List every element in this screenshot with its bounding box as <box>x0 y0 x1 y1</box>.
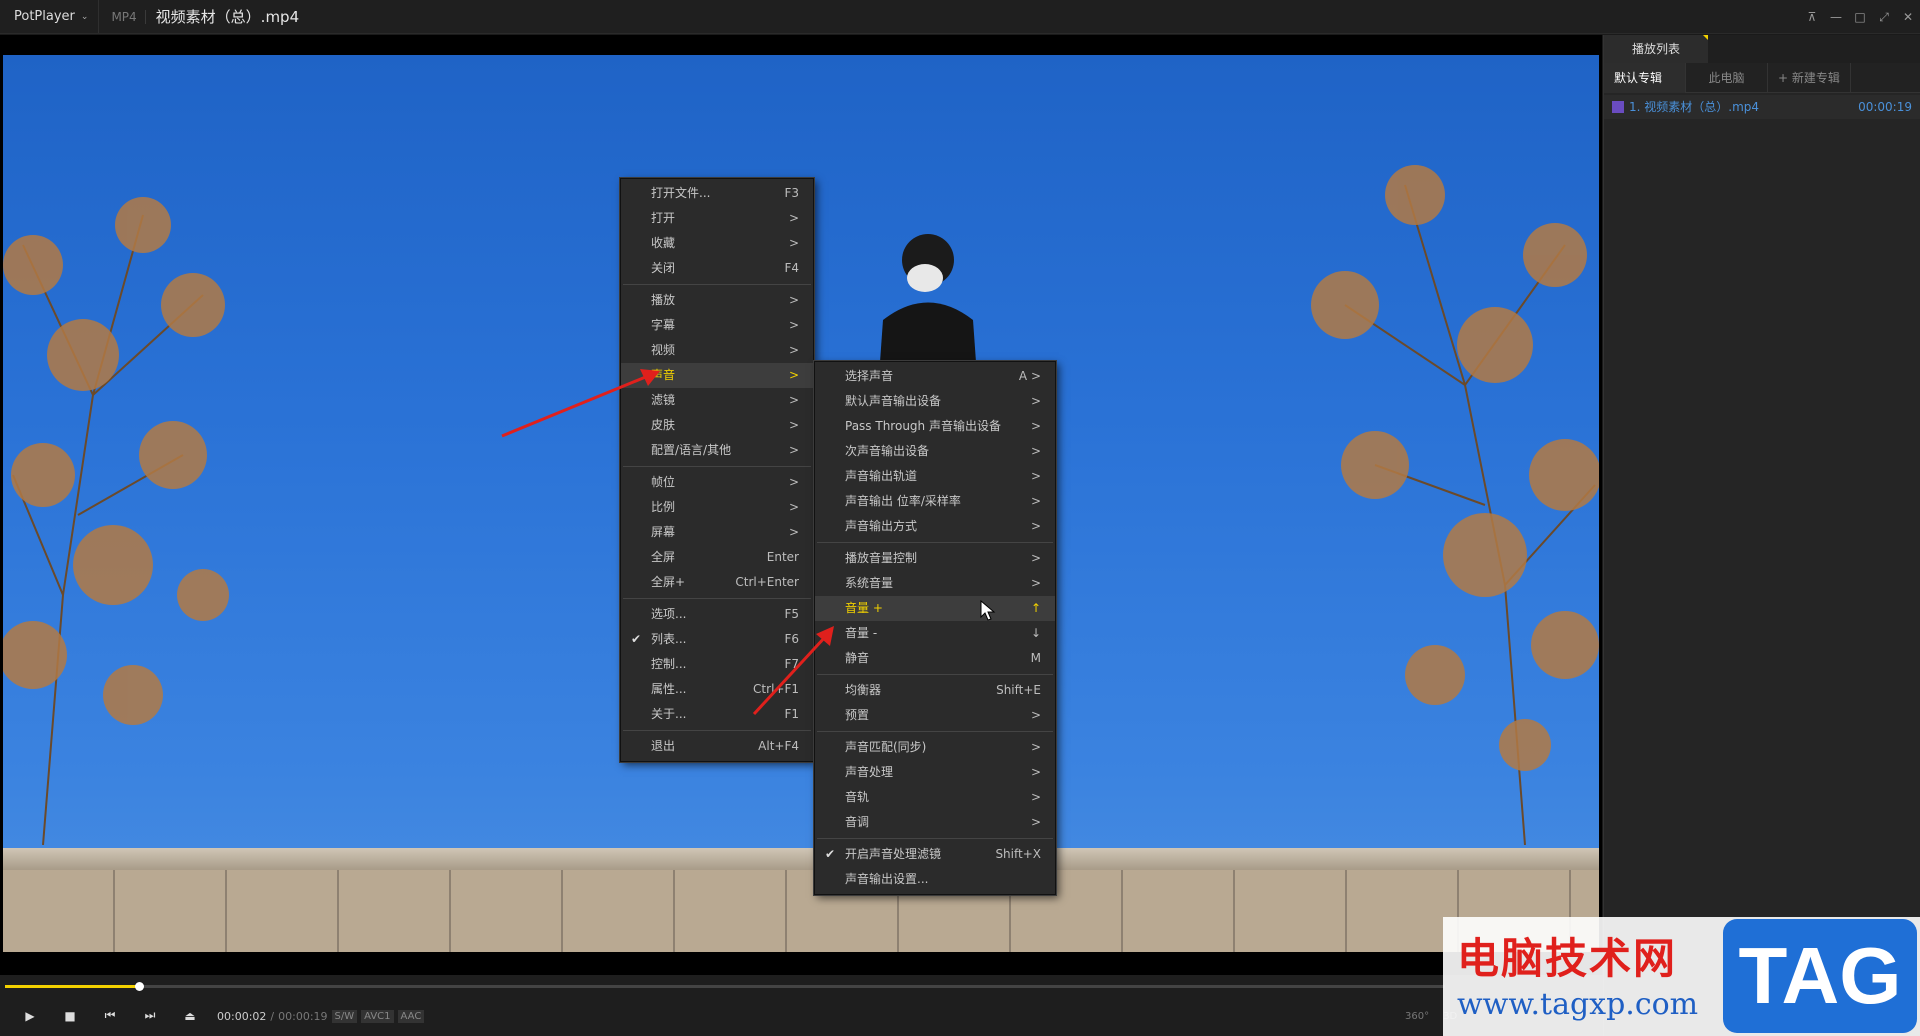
playback-buttons: ▶ ■ ⏮ ⏭ ⏏ <box>10 1008 210 1023</box>
previous-icon[interactable]: ⏮ <box>90 1008 130 1023</box>
chevron-down-icon: ⌄ <box>80 11 89 22</box>
time-display: 00:00:02 / 00:00:19 S/W AVC1 AAC <box>217 1010 425 1023</box>
submenu-item-output-settings[interactable]: 声音输出设置... <box>815 867 1055 892</box>
wall-cap <box>3 848 1599 870</box>
next-icon[interactable]: ⏭ <box>130 1008 170 1023</box>
menu-separator <box>817 731 1053 732</box>
tab-playlist[interactable]: 播放列表 <box>1604 35 1708 63</box>
menu-item-open[interactable]: 打开 > <box>621 206 813 231</box>
watermark-url: www.tagxp.com <box>1457 987 1699 1022</box>
check-icon: ✔ <box>631 632 642 646</box>
video-file-icon <box>1612 101 1624 113</box>
annotation-arrow-icon <box>501 369 660 438</box>
menu-item-play[interactable]: 播放 > <box>621 288 813 313</box>
pin-icon[interactable]: ⊼ <box>1800 10 1824 24</box>
menu-item-open-file[interactable]: 打开文件... F3 <box>621 181 813 206</box>
menu-item-fullscreen-plus[interactable]: 全屏+ Ctrl+Enter <box>621 570 813 595</box>
vr-360-button[interactable]: 360° <box>1405 1011 1429 1022</box>
menu-item-ratio[interactable]: 比例 > <box>621 495 813 520</box>
submenu-item-secondary-output[interactable]: 次声音输出设备 > <box>815 439 1055 464</box>
menu-separator <box>623 730 811 731</box>
playlist-item-name: 1. 视频素材（总）.mp4 <box>1629 100 1760 114</box>
submenu-item-pitch[interactable]: 音调 > <box>815 810 1055 835</box>
app-name: PotPlayer <box>14 9 75 24</box>
check-icon: ✔ <box>825 847 836 861</box>
menu-item-frame[interactable]: 帧位 > <box>621 470 813 495</box>
submenu-item-output-mode[interactable]: 声音输出方式 > <box>815 514 1055 539</box>
tab-this-pc[interactable]: 此电脑 <box>1686 63 1768 93</box>
submenu-item-system-volume[interactable]: 系统音量 > <box>815 571 1055 596</box>
menu-item-fullscreen[interactable]: 全屏 Enter <box>621 545 813 570</box>
audio-codec-badge[interactable]: AAC <box>397 1010 425 1023</box>
menu-item-close[interactable]: 关闭 F4 <box>621 256 813 281</box>
tree-right <box>1311 165 1599 845</box>
tab-new-album[interactable]: + 新建专辑 <box>1768 63 1851 93</box>
title-bar: PotPlayer ⌄ MP4 视频素材（总）.mp4 ⊼ — □ ⤢ ✕ <box>0 0 1920 34</box>
tab-default-album[interactable]: 默认专辑 <box>1604 63 1686 93</box>
submenu-item-volume-down[interactable]: 音量 - ↓ <box>815 621 1055 646</box>
submenu-item-mute[interactable]: 静音 M <box>815 646 1055 671</box>
menu-item-subtitles[interactable]: 字幕 > <box>621 313 813 338</box>
playlist-item-duration: 00:00:19 <box>1858 100 1912 114</box>
seek-bar-handle[interactable] <box>134 982 144 991</box>
tree-left <box>3 197 229 845</box>
submenu-item-select-audio[interactable]: 选择声音 A > <box>815 364 1055 389</box>
eject-icon[interactable]: ⏏ <box>170 1009 210 1023</box>
seek-bar[interactable] <box>5 982 1445 991</box>
stop-icon[interactable]: ■ <box>50 1009 90 1023</box>
app-menu-button[interactable]: PotPlayer ⌄ <box>0 0 100 33</box>
current-time: 00:00:02 <box>217 1010 267 1023</box>
submenu-item-bitrate[interactable]: 声音输出 位率/采样率 > <box>815 489 1055 514</box>
watermark: 电脑技术网 www.tagxp.com TAG <box>1443 917 1920 1036</box>
menu-separator <box>623 284 811 285</box>
time-separator: / <box>270 1010 275 1023</box>
control-bar: ▶ ■ ⏮ ⏭ ⏏ 00:00:02 / 00:00:19 S/W AVC1 A… <box>0 975 1603 1036</box>
watermark-cn-text: 电脑技术网 <box>1457 934 1678 983</box>
submenu-item-enable-filter[interactable]: ✔ 开启声音处理滤镜 Shift+X <box>815 842 1055 867</box>
menu-separator <box>623 466 811 467</box>
maximize-icon[interactable]: □ <box>1848 10 1872 24</box>
menu-item-exit[interactable]: 退出 Alt+F4 <box>621 734 813 759</box>
menu-separator <box>817 674 1053 675</box>
menu-item-video[interactable]: 视频 > <box>621 338 813 363</box>
menu-separator <box>623 598 811 599</box>
submenu-item-output-track[interactable]: 声音输出轨道 > <box>815 464 1055 489</box>
format-label: MP4 <box>99 9 146 24</box>
submenu-item-volume-control[interactable]: 播放音量控制 > <box>815 546 1055 571</box>
fullscreen-icon[interactable]: ⤢ <box>1872 10 1896 25</box>
minimize-icon[interactable]: — <box>1824 10 1848 24</box>
submenu-item-sync[interactable]: 声音匹配(同步) > <box>815 735 1055 760</box>
menu-item-screen[interactable]: 屏幕 > <box>621 520 813 545</box>
stone-wall <box>3 870 1599 952</box>
playlist-tabs: 默认专辑 此电脑 + 新建专辑 <box>1604 63 1920 93</box>
submenu-item-presets[interactable]: 预置 > <box>815 703 1055 728</box>
menu-item-favorites[interactable]: 收藏 > <box>621 231 813 256</box>
decoder-badge[interactable]: S/W <box>331 1010 358 1023</box>
mouse-cursor-icon <box>980 600 996 621</box>
close-icon[interactable]: ✕ <box>1896 10 1920 24</box>
window-controls: ⊼ — □ ⤢ ✕ <box>1800 0 1920 34</box>
menu-separator <box>817 838 1053 839</box>
annotation-arrow-icon <box>752 626 834 716</box>
submenu-item-equalizer[interactable]: 均衡器 Shift+E <box>815 678 1055 703</box>
playlist-item[interactable]: 1. 视频素材（总）.mp4 00:00:19 <box>1604 95 1920 119</box>
seek-bar-fill <box>5 985 139 988</box>
submenu-item-processing[interactable]: 声音处理 > <box>815 760 1055 785</box>
context-menu-audio: 选择声音 A > 默认声音输出设备 > Pass Through 声音输出设备 > 次… <box>814 361 1056 895</box>
window-title: 视频素材（总）.mp4 <box>155 8 300 26</box>
video-codec-badge[interactable]: AVC1 <box>361 1010 394 1023</box>
total-time: 00:00:19 <box>278 1010 328 1023</box>
watermark-tag-logo: TAG <box>1723 919 1917 1033</box>
play-icon[interactable]: ▶ <box>10 1009 50 1023</box>
menu-separator <box>817 542 1053 543</box>
submenu-item-volume-up[interactable]: 音量 + ↑ <box>815 596 1055 621</box>
submenu-item-default-output[interactable]: 默认声音输出设备 > <box>815 389 1055 414</box>
panel-header: 播放列表 <box>1604 35 1920 63</box>
playlist-panel: 播放列表 默认专辑 此电脑 + 新建专辑 1. 视频素材（总）.mp4 00:0… <box>1603 35 1920 1036</box>
submenu-item-audio-track[interactable]: 音轨 > <box>815 785 1055 810</box>
submenu-item-passthrough-output[interactable]: Pass Through 声音输出设备 > <box>815 414 1055 439</box>
